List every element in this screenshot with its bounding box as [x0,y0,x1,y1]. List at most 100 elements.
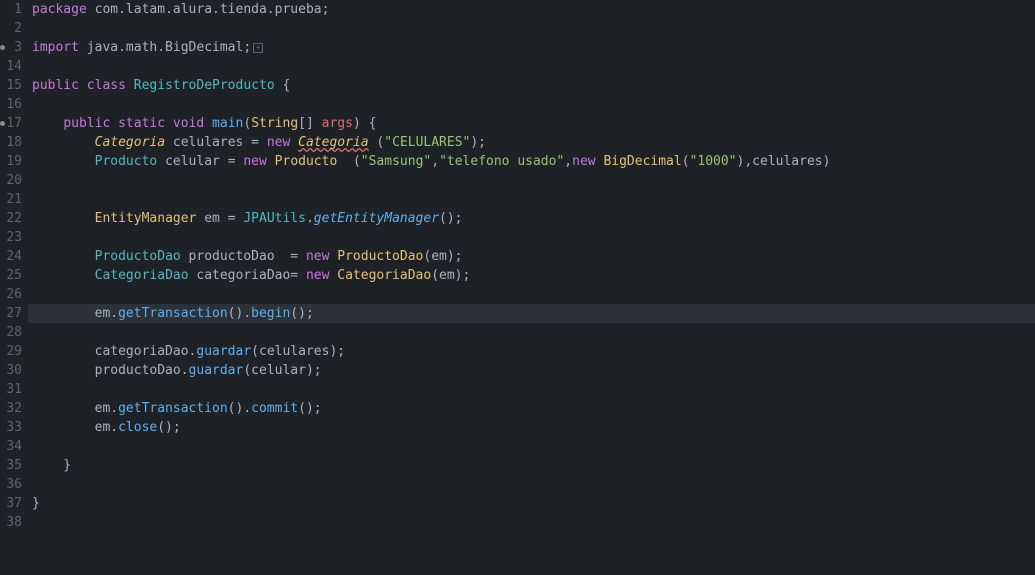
code-token: celulares [173,135,243,150]
code-line[interactable] [32,323,1035,342]
code-line[interactable] [32,380,1035,399]
code-line[interactable] [32,57,1035,76]
code-line[interactable] [32,513,1035,532]
code-line[interactable] [32,437,1035,456]
line-number: 34 [2,437,22,456]
code-token: ), [737,154,753,169]
code-token: "telefono usado" [439,154,564,169]
line-number: 37 [2,494,22,513]
code-line[interactable]: public class RegistroDeProducto { [32,76,1035,95]
code-token: ( [243,116,251,131]
line-number: 27 [2,304,22,323]
code-token: JPAUtils [243,211,306,226]
code-token: ( [369,135,385,150]
code-token: BigDecimal [603,154,681,169]
code-line[interactable]: em.close(); [32,418,1035,437]
code-token: ) [823,154,831,169]
code-token: new [306,268,329,283]
code-line[interactable]: em.getTransaction().commit(); [32,399,1035,418]
code-token: ( [431,268,439,283]
code-token [32,211,95,226]
code-line[interactable] [32,171,1035,190]
code-token: ); [470,135,486,150]
code-token [32,268,95,283]
code-line[interactable]: ProductoDao productoDao = new ProductoDa… [32,247,1035,266]
code-line[interactable]: productoDao.guardar(celular); [32,361,1035,380]
line-number: 23 [2,228,22,247]
code-token: com.latam.alura.tienda.prueba [95,2,322,17]
code-token: args [322,116,353,131]
code-line[interactable] [32,190,1035,209]
code-line[interactable]: } [32,456,1035,475]
code-line[interactable]: Producto celular = new Producto ("Samsun… [32,152,1035,171]
line-number-gutter: 1231415161718192021222324252627282930313… [0,0,28,575]
line-number: 20 [2,171,22,190]
code-token [165,116,173,131]
code-token: Producto [95,154,158,169]
line-number: 3 [2,38,22,57]
code-token [32,116,63,131]
code-token [32,154,95,169]
code-token: getTransaction [118,401,228,416]
code-token: { [275,78,291,93]
code-line[interactable] [32,95,1035,114]
code-token: ); [447,249,463,264]
line-number: 30 [2,361,22,380]
line-number: 38 [2,513,22,532]
code-token: "Samsung" [361,154,431,169]
code-token: em. [32,420,118,435]
code-line[interactable] [32,228,1035,247]
code-line[interactable]: import java.math.BigDecimal;+ [32,38,1035,57]
code-token: productoDao [189,249,275,264]
code-token [87,2,95,17]
code-line[interactable] [32,19,1035,38]
code-token: new [306,249,329,264]
code-line[interactable]: } [32,494,1035,513]
code-token: ProductoDao [337,249,423,264]
code-token: celulares [752,154,822,169]
code-line[interactable]: Categoria celulares = new Categoria ("CE… [32,133,1035,152]
code-token: = [220,154,243,169]
code-line[interactable]: EntityManager em = JPAUtils.getEntityMan… [32,209,1035,228]
code-token: getTransaction [118,306,228,321]
code-token: = [290,268,306,283]
code-line[interactable] [32,475,1035,494]
code-token: RegistroDeProducto [134,78,275,93]
code-line[interactable]: CategoriaDao categoriaDao= new Categoria… [32,266,1035,285]
code-token [165,135,173,150]
code-line[interactable]: categoriaDao.guardar(celulares); [32,342,1035,361]
code-token: new [243,154,266,169]
fold-collapsed-icon[interactable]: + [253,43,263,53]
code-line[interactable]: public static void main(String[] args) { [32,114,1035,133]
code-line[interactable] [32,285,1035,304]
code-token: main [212,116,243,131]
code-token: import [32,40,79,55]
code-token: String [251,116,298,131]
line-number: 19 [2,152,22,171]
code-token [32,135,95,150]
code-token: ProductoDao [95,249,181,264]
code-token: CategoriaDao [337,268,431,283]
code-area[interactable]: package com.latam.alura.tienda.prueba; im… [28,0,1035,575]
code-token: "CELULARES" [384,135,470,150]
code-editor[interactable]: 1231415161718192021222324252627282930313… [0,0,1035,575]
code-token: CategoriaDao [95,268,189,283]
line-number: 35 [2,456,22,475]
line-number: 16 [2,95,22,114]
code-token: , [564,154,572,169]
code-token: celular [251,363,306,378]
code-token: getEntityManager [314,211,439,226]
code-line[interactable]: em.getTransaction().begin(); [32,304,1035,323]
code-token: = [220,211,243,226]
code-token: close [118,420,157,435]
code-token: = [243,135,266,150]
line-number: 15 [2,76,22,95]
code-token: ); [306,363,322,378]
code-token: (); [290,306,313,321]
code-token: (). [228,306,251,321]
line-number: 29 [2,342,22,361]
code-token: new [572,154,595,169]
code-token: guardar [189,363,244,378]
code-token: "1000" [690,154,737,169]
code-line[interactable]: package com.latam.alura.tienda.prueba; [32,0,1035,19]
